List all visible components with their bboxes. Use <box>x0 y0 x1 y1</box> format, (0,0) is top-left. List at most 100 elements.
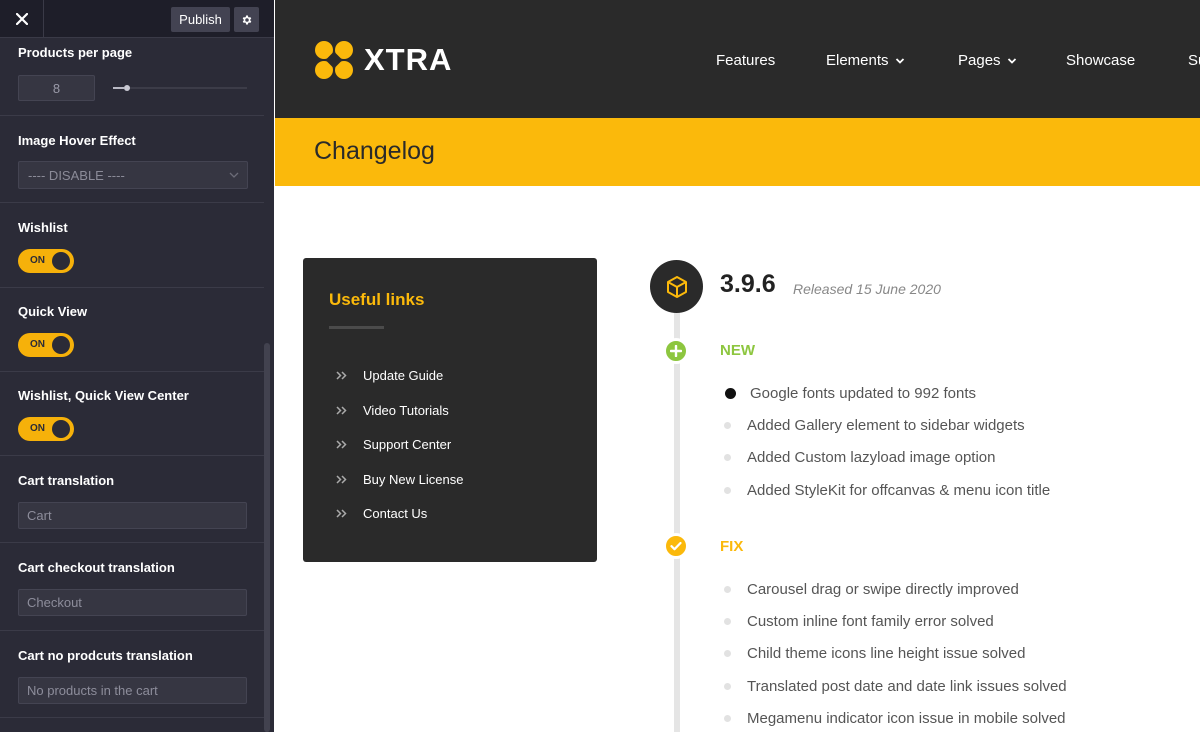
link-label: Video Tutorials <box>363 402 449 418</box>
wishlist-quick-view-center-toggle[interactable]: ON <box>18 417 74 441</box>
nav-showcase[interactable]: Showcase <box>1066 52 1135 69</box>
cart-checkout-translation-label: Cart checkout translation <box>18 560 175 575</box>
list-item: Added StyleKit for offcanvas & menu icon… <box>722 480 1050 500</box>
quick-view-section: Quick View ON <box>0 288 264 372</box>
cart-translation-label: Cart translation <box>18 473 115 488</box>
bullet <box>724 714 731 722</box>
list-item: Added Gallery element to sidebar widgets <box>722 415 1025 435</box>
double-chevron-right-icon <box>336 439 347 449</box>
link-label: Buy New License <box>363 471 464 487</box>
list-item-text: Translated post date and date link issue… <box>747 677 1067 695</box>
list-item: Megamenu indicator icon issue in mobile … <box>722 708 1066 728</box>
fix-category-label: FIX <box>720 538 744 555</box>
products-per-page-label: Products per page <box>18 45 133 60</box>
page-title: Changelog <box>314 137 435 165</box>
image-hover-select[interactable]: ---- DISABLE ---- <box>18 161 248 189</box>
nav-label: Pages <box>958 52 1001 69</box>
link-contact-us[interactable]: Contact Us <box>336 504 427 522</box>
chevron-down-icon <box>895 57 904 64</box>
toggle-state: ON <box>30 423 45 434</box>
list-item-text: Added Custom lazyload image option <box>747 448 996 466</box>
logo-text[interactable]: XTRA <box>364 42 452 78</box>
toggle-state: ON <box>30 255 45 266</box>
xtra-logo-icon[interactable] <box>314 40 354 80</box>
bullet <box>724 453 731 461</box>
cart-no-products-translation-section: Cart no prodcuts translation No products… <box>0 631 264 718</box>
list-item: Custom inline font family error solved <box>722 611 994 631</box>
list-item: Carousel drag or swipe directly improved <box>722 579 1019 599</box>
products-per-page-input[interactable]: 8 <box>18 75 95 101</box>
double-chevron-right-icon <box>336 508 347 518</box>
cart-checkout-translation-section: Cart checkout translation Checkout <box>0 543 264 631</box>
list-item-text: Megamenu indicator icon issue in mobile … <box>747 709 1066 727</box>
app: Publish Products per page 8 Image Hover … <box>0 0 1200 732</box>
nav-label: Su <box>1188 52 1200 69</box>
sidebar-scrollbar[interactable] <box>264 343 270 732</box>
nav-label: Features <box>716 52 776 69</box>
check-icon <box>670 541 682 551</box>
products-per-page-section: Products per page 8 <box>0 39 264 116</box>
chevron-down-icon <box>1007 57 1016 64</box>
nav-pages[interactable]: Pages <box>958 52 1017 69</box>
wishlist-quick-view-center-section: Wishlist, Quick View Center ON <box>0 372 264 456</box>
chevron-down-icon <box>229 172 239 178</box>
cart-checkout-translation-input[interactable]: Checkout <box>18 589 247 616</box>
nav-support[interactable]: Su <box>1188 52 1200 69</box>
bullet <box>724 649 731 657</box>
cart-no-products-translation-input[interactable]: No products in the cart <box>18 677 247 704</box>
publish-button[interactable]: Publish <box>171 7 230 32</box>
slider-fill <box>113 87 124 89</box>
settings-button[interactable] <box>234 7 259 32</box>
new-category-label: NEW <box>720 342 755 359</box>
list-item: Translated post date and date link issue… <box>722 676 1067 696</box>
list-item: Google fonts updated to 992 fonts <box>722 383 976 403</box>
quick-view-toggle[interactable]: ON <box>18 333 74 357</box>
image-hover-value: ---- DISABLE ---- <box>28 167 125 183</box>
link-buy-new-license[interactable]: Buy New License <box>336 470 463 488</box>
toggle-knob <box>52 252 70 270</box>
plus-icon <box>670 345 682 357</box>
link-video-tutorials[interactable]: Video Tutorials <box>336 401 449 419</box>
cart-no-products-translation-label: Cart no prodcuts translation <box>18 648 193 663</box>
products-per-page-slider[interactable] <box>113 85 247 91</box>
wishlist-toggle[interactable]: ON <box>18 249 74 273</box>
list-item-text: Added StyleKit for offcanvas & menu icon… <box>747 481 1051 499</box>
cart-translation-input[interactable]: Cart <box>18 502 247 529</box>
new-category-badge <box>663 338 689 364</box>
fix-category-badge <box>663 533 689 559</box>
cube-icon <box>666 275 687 298</box>
version-badge <box>650 260 703 313</box>
link-label: Contact Us <box>363 505 428 521</box>
list-item-text: Carousel drag or swipe directly improved <box>747 580 1019 598</box>
link-support-center[interactable]: Support Center <box>336 435 451 453</box>
wishlist-quick-view-center-label: Wishlist, Quick View Center <box>18 388 189 403</box>
link-label: Update Guide <box>363 367 444 383</box>
bullet <box>724 421 731 429</box>
useful-links-title: Useful links <box>329 290 425 309</box>
bullet <box>724 486 731 494</box>
close-icon <box>15 13 28 25</box>
bullet <box>724 617 731 625</box>
double-chevron-right-icon <box>336 370 347 380</box>
sidebar-topbar: Publish <box>0 0 274 38</box>
link-label: Support Center <box>363 436 452 452</box>
wishlist-section: Wishlist ON <box>0 203 264 288</box>
bullet <box>724 585 731 593</box>
double-chevron-right-icon <box>336 405 347 415</box>
list-item-text: Google fonts updated to 992 fonts <box>750 384 977 402</box>
bullet <box>725 387 736 399</box>
timeline-line <box>674 300 680 732</box>
cart-translation-section: Cart translation Cart <box>0 456 264 543</box>
close-button[interactable] <box>0 0 44 38</box>
link-update-guide[interactable]: Update Guide <box>336 366 443 384</box>
nav-label: Elements <box>826 52 889 69</box>
list-item: Child theme icons line height issue solv… <box>722 643 1026 663</box>
image-hover-section: Image Hover Effect ---- DISABLE ---- <box>0 116 264 203</box>
nav-elements[interactable]: Elements <box>826 52 905 69</box>
list-item-text: Child theme icons line height issue solv… <box>747 644 1026 662</box>
version-number: 3.9.6 <box>720 270 776 298</box>
title-divider <box>329 326 384 329</box>
slider-handle[interactable] <box>124 85 130 91</box>
release-date: Released 15 June 2020 <box>793 281 941 297</box>
nav-features[interactable]: Features <box>716 52 775 69</box>
